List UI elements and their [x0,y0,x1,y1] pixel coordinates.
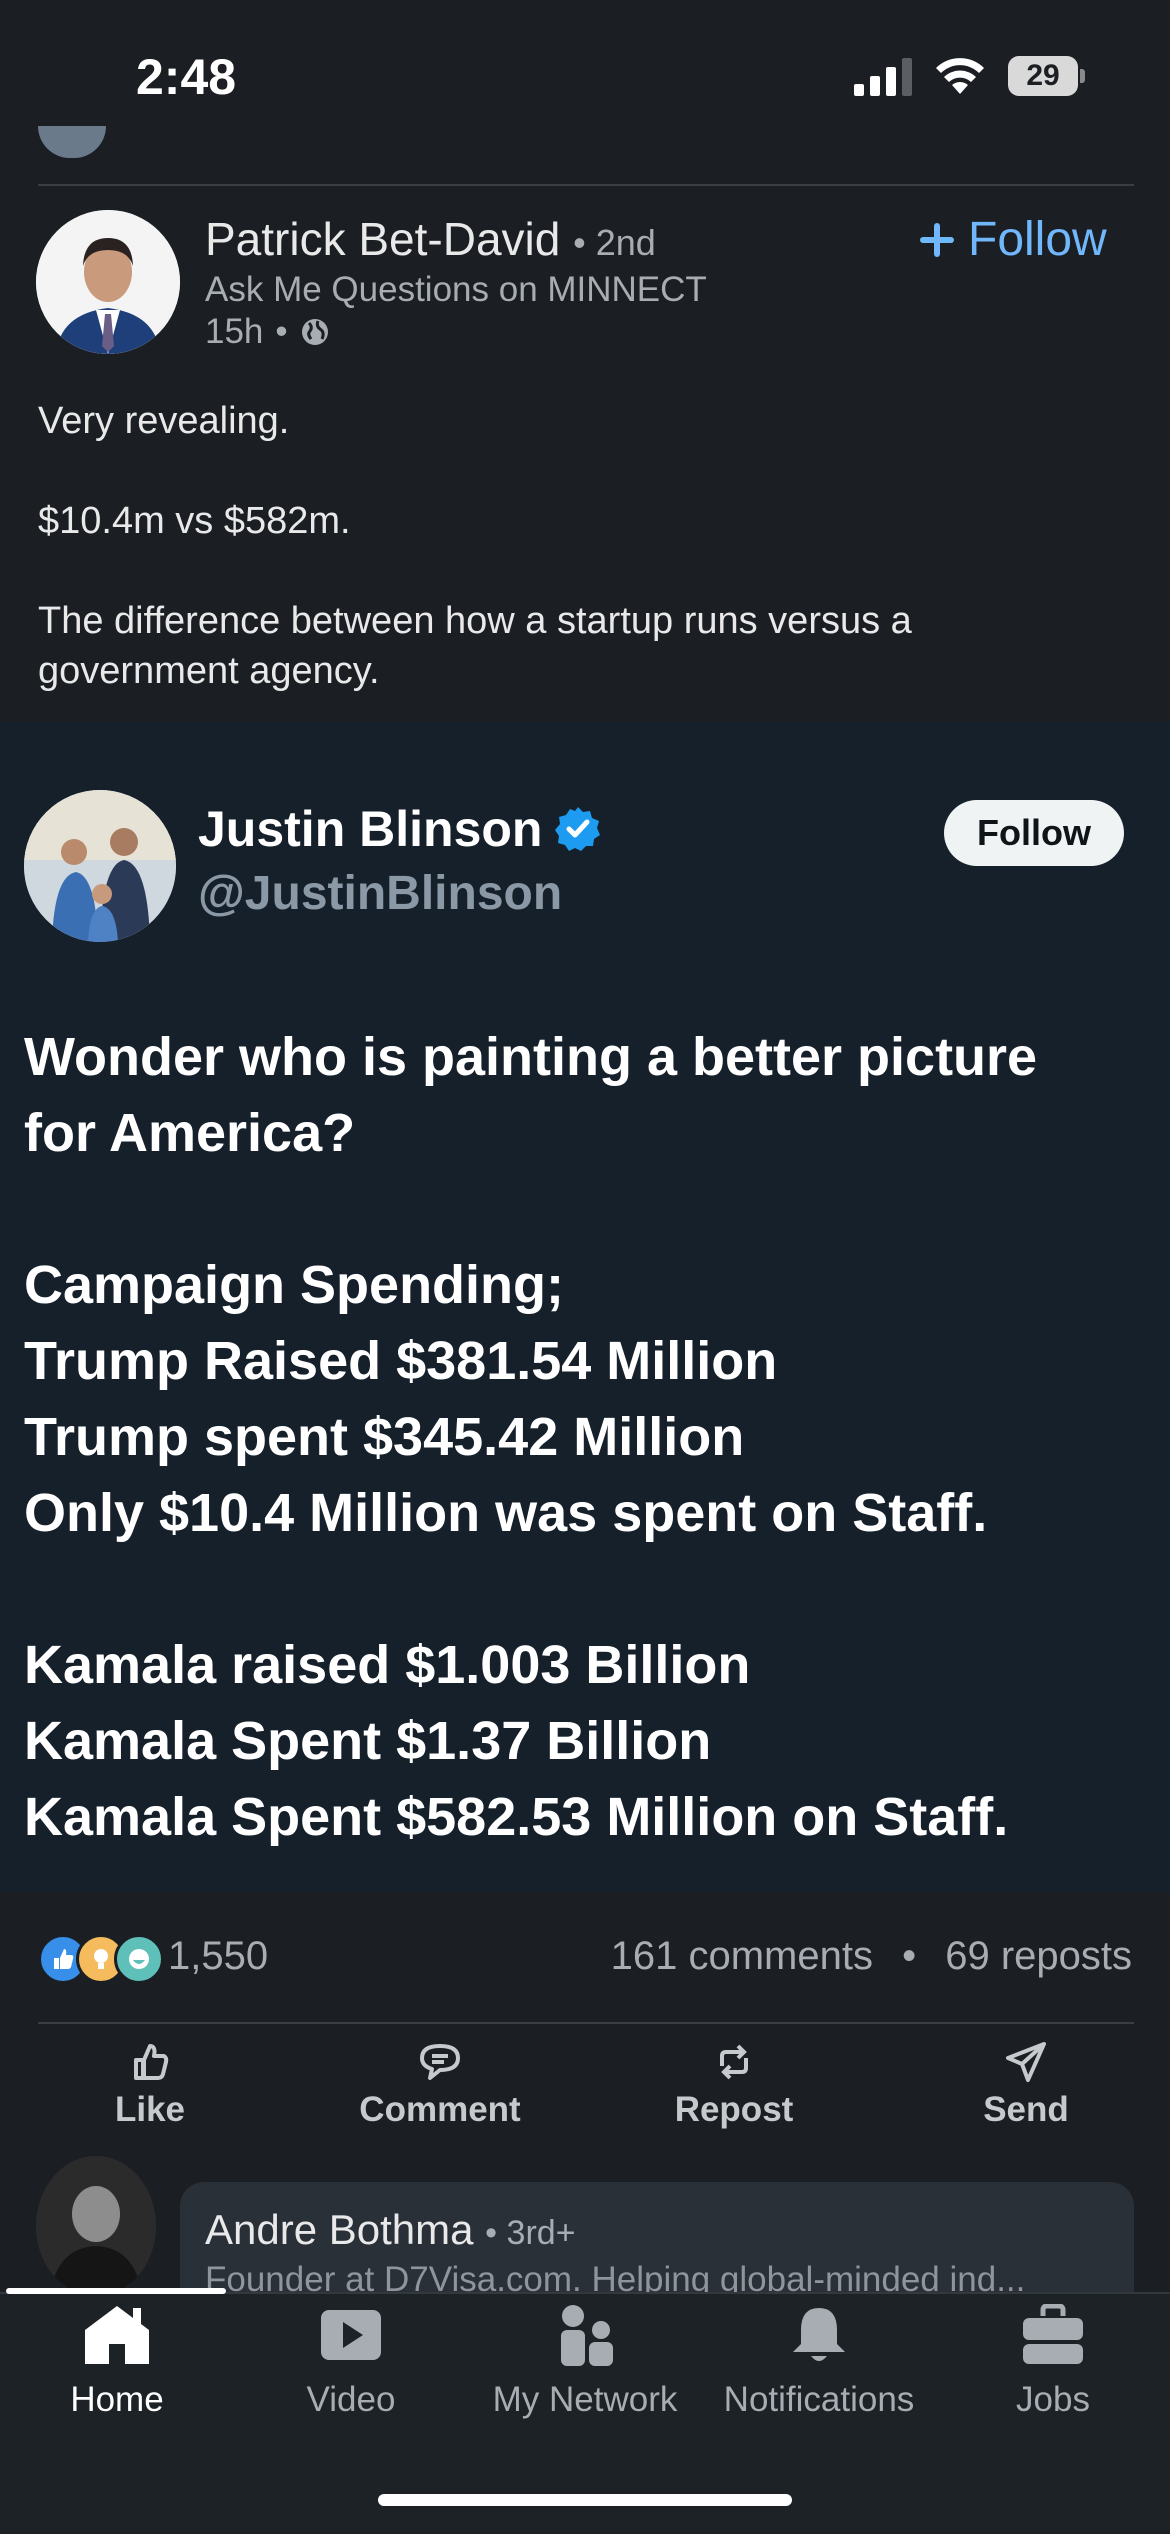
wifi-icon [936,58,984,94]
next-post-author[interactable]: Andre Bothma • 3rd+ [205,2206,576,2254]
post-text-line: $10.4m vs $582m. [38,500,351,542]
post-text-line: government agency. [38,650,380,692]
repost-count[interactable]: 69 reposts [945,1934,1132,1978]
tweet-text-line: Trump spent $345.42 Million [24,1407,745,1467]
battery-icon: 29 [1008,56,1088,96]
repost-button[interactable]: Repost [634,2040,834,2130]
status-time: 2:48 [136,49,237,105]
nav-video[interactable]: Video [234,2304,468,2420]
plus-icon [920,222,954,257]
tweet-text-line: Kamala raised $1.003 Billion [24,1635,751,1695]
author-avatar[interactable] [36,210,180,354]
comment-count[interactable]: 161 comments [611,1934,873,1978]
reactions-summary[interactable] [38,1934,164,1984]
nav-my-network[interactable]: My Network [468,2304,702,2420]
cellular-signal-icon [854,58,912,96]
tweet-text-line: Kamala Spent $1.37 Billion [24,1711,712,1771]
video-icon [321,2310,381,2360]
comment-button[interactable]: Comment [340,2040,540,2130]
send-button[interactable]: Send [926,2040,1126,2130]
post-text-line: Very revealing. [38,400,290,442]
globe-icon [301,319,328,345]
post-text-line: The difference between how a startup run… [38,600,912,642]
tweet-text-line: Campaign Spending; [24,1255,564,1315]
tweet-author-name: Justin Blinson [198,801,543,857]
tweet-author-handle: @JustinBlinson [198,867,563,920]
home-indicator[interactable] [378,2494,792,2506]
previous-post-avatar [38,126,106,158]
actions-divider [38,2022,1134,2024]
repost-icon [720,2044,748,2080]
author-name[interactable]: Patrick Bet-David [205,213,560,265]
next-post-degree: • 3rd+ [485,2214,576,2252]
comment-icon [420,2044,460,2080]
briefcase-icon [1023,2304,1083,2364]
connection-degree: • 2nd [573,222,656,263]
battery-level: 29 [1026,59,1060,92]
post-timestamp: 15h • [205,312,330,352]
tweet-text-line: Kamala Spent $582.53 Million on Staff. [24,1787,1009,1847]
tweet-text-line: Trump Raised $381.54 Million [24,1331,778,1391]
verified-badge-icon [555,807,601,851]
reaction-count[interactable]: 1,550 [168,1934,268,1979]
follow-button[interactable]: Follow [918,212,1107,267]
nav-home[interactable]: Home [0,2304,234,2420]
next-post-avatar[interactable] [36,2156,156,2296]
bell-icon [793,2308,845,2361]
tweet-text-line: for America? [24,1103,356,1163]
funny-reaction-icon [114,1934,164,1984]
home-icon [85,2306,149,2364]
network-icon [561,2305,613,2366]
like-icon [134,2044,169,2080]
tweet-text-line: Only $10.4 Million was spent on Staff. [24,1483,988,1543]
author-headline: Ask Me Questions on MINNECT [205,270,707,309]
active-tab-indicator [6,2288,226,2294]
comments-reposts-summary[interactable]: 161 comments • 69 reposts [611,1934,1132,1979]
tweet-author-avatar [24,790,176,942]
tweet-author-name-row: Justin Blinson [198,800,602,858]
nav-jobs[interactable]: Jobs [936,2304,1170,2420]
tweet-text-line: Wonder who is painting a better picture [24,1027,1038,1087]
tweet-follow-button: Follow [944,800,1124,866]
separator-dot: • [902,1934,917,1978]
author-name-row[interactable]: Patrick Bet-David • 2nd [205,212,656,266]
send-icon [1006,2042,1046,2082]
post-divider [38,184,1134,186]
like-button[interactable]: Like [50,2040,250,2130]
nav-notifications[interactable]: Notifications [702,2304,936,2420]
